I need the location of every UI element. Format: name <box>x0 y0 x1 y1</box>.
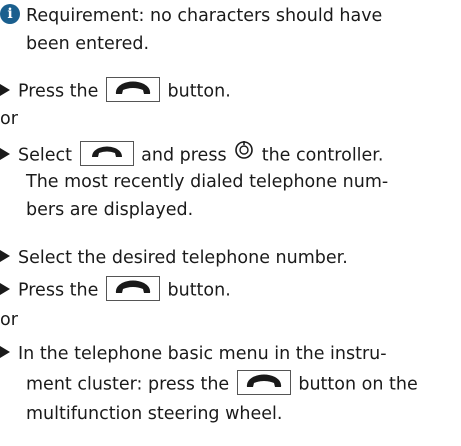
or-separator-1: or <box>0 109 18 129</box>
step-steering-wheel-cont: ment cluster: press the button on the <box>26 370 418 396</box>
step-steering-wheel-end: multifunction steering wheel. <box>26 404 283 424</box>
step-text: ment cluster: press the <box>26 374 230 395</box>
step-text: In the telephone basic menu in the instr… <box>18 344 387 364</box>
step-steering-wheel: In the telephone basic menu in the instr… <box>0 342 387 366</box>
phone-button-icon <box>105 77 160 102</box>
step-select-handset: Select and press the controller. <box>0 140 384 167</box>
requirement-note: i Requirement: no characters should have <box>0 4 382 28</box>
step-text-end: the controller. <box>261 145 384 166</box>
triangle-bullet-icon <box>0 83 10 96</box>
phone-button-icon <box>105 276 160 301</box>
step-text-mid: and press <box>141 145 227 166</box>
requirement-text-cont: been entered. <box>26 34 150 54</box>
info-icon: i <box>0 4 20 24</box>
step-press-call-2: Press the button. <box>0 276 231 302</box>
controller-press-icon <box>234 140 254 167</box>
triangle-bullet-icon <box>0 250 10 262</box>
step-text-end: button. <box>167 81 231 102</box>
phone-button-icon <box>236 370 291 395</box>
step-text: Select the desired telephone number. <box>18 248 348 268</box>
result-text-1: The most recently dialed telephone num- <box>26 172 389 192</box>
or-separator-2: or <box>0 310 18 330</box>
phone-handset-icon <box>79 141 134 166</box>
triangle-bullet-icon <box>0 346 10 358</box>
step-text-end: button. <box>167 280 231 301</box>
triangle-bullet-icon <box>0 147 10 160</box>
step-press-call-1: Press the button. <box>0 77 231 103</box>
step-text: Select <box>18 145 72 166</box>
step-select-number: Select the desired telephone number. <box>0 246 348 270</box>
step-text-end: button on the <box>298 374 418 395</box>
result-text-2: bers are displayed. <box>26 200 194 220</box>
step-text: Press the <box>18 280 99 301</box>
requirement-text: Requirement: no characters should have <box>26 6 383 26</box>
step-text: Press the <box>18 81 99 102</box>
triangle-bullet-icon <box>0 282 10 295</box>
